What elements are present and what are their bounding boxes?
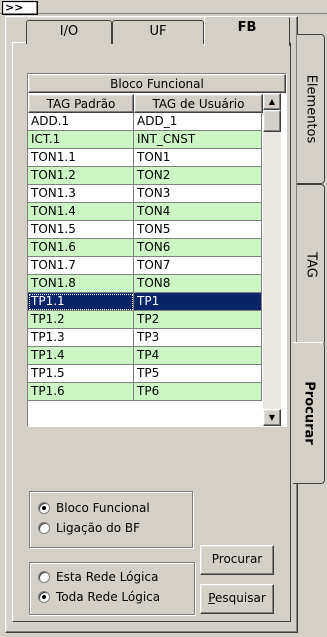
table-row[interactable]: ADD.1 ADD_1 xyxy=(28,113,263,131)
radio-indicator xyxy=(38,591,50,603)
column-header-tag-usuario[interactable]: TAG de Usuário xyxy=(134,94,263,113)
cell-tag-usuario[interactable]: TON3 xyxy=(134,185,262,203)
side-tab-tag[interactable]: TAG xyxy=(297,184,325,346)
table-row[interactable]: TP1.2 TP2 xyxy=(28,311,263,329)
table-row[interactable]: TON1.1 TON1 xyxy=(28,149,263,167)
side-tab-procurar[interactable]: Procurar xyxy=(293,342,325,484)
table-row[interactable]: TP1.4 TP4 xyxy=(28,347,263,365)
cell-tag-usuario[interactable]: TP4 xyxy=(134,347,262,365)
side-tab-elementos-label: Elementos xyxy=(303,74,318,144)
table-row[interactable]: TON1.4 TON4 xyxy=(28,203,263,221)
radio-label: Esta Rede Lógica xyxy=(56,570,159,584)
table-row[interactable]: TON1.7 TON7 xyxy=(28,257,263,275)
cell-tag-padrao[interactable]: TON1.3 xyxy=(28,185,134,203)
table-row[interactable]: TON1.6 TON6 xyxy=(28,239,263,257)
cell-tag-usuario[interactable]: TP5 xyxy=(134,365,262,383)
cell-tag-padrao[interactable]: TON1.5 xyxy=(28,221,134,239)
cell-tag-usuario[interactable]: TP6 xyxy=(134,383,262,401)
table-row[interactable]: TON1.3 TON3 xyxy=(28,185,263,203)
search-type-group: Bloco Funcional Ligação do BF xyxy=(29,491,193,548)
cell-tag-usuario[interactable]: TON6 xyxy=(134,239,262,257)
cell-tag-usuario[interactable]: TON8 xyxy=(134,275,262,293)
cell-tag-usuario[interactable]: TON5 xyxy=(134,221,262,239)
table-row[interactable]: TON1.2 TON2 xyxy=(28,167,263,185)
scroll-down-button[interactable]: ▼ xyxy=(263,409,281,426)
function-block-table[interactable]: Bloco Funcional TAG Padrão TAG de Usuári… xyxy=(27,73,287,427)
cell-tag-usuario[interactable]: ADD_1 xyxy=(134,113,262,131)
pesquisar-label: esquisar xyxy=(215,591,266,605)
side-tab-tag-label: TAG xyxy=(303,252,318,278)
radio-esta-rede-logica[interactable]: Esta Rede Lógica xyxy=(38,568,158,586)
expand-button[interactable]: >> xyxy=(2,1,38,15)
cell-tag-usuario[interactable]: TP3 xyxy=(134,329,262,347)
cell-tag-padrao[interactable]: TP1.2 xyxy=(28,311,134,329)
radio-indicator xyxy=(38,502,50,514)
radio-label: Toda Rede Lógica xyxy=(56,590,161,604)
cell-tag-padrao[interactable]: TON1.6 xyxy=(28,239,134,257)
pesquisar-accelerator: P xyxy=(208,591,216,605)
procurar-button[interactable]: Procurar xyxy=(200,545,274,575)
tab-uf[interactable]: UF xyxy=(112,20,204,44)
cell-tag-usuario[interactable]: TON4 xyxy=(134,203,262,221)
table-row[interactable]: TP1.6 TP6 xyxy=(28,383,263,401)
scope-group: Esta Rede Lógica Toda Rede Lógica xyxy=(29,562,195,615)
radio-ligacao-bf[interactable]: Ligação do BF xyxy=(38,519,140,537)
cell-tag-padrao[interactable]: ADD.1 xyxy=(28,113,134,131)
radio-label: Ligação do BF xyxy=(56,521,141,535)
side-tab-procurar-label: Procurar xyxy=(301,381,316,445)
cell-tag-padrao[interactable]: TON1.1 xyxy=(28,149,134,167)
cell-tag-usuario[interactable]: INT_CNST xyxy=(134,131,262,149)
radio-indicator xyxy=(38,522,50,534)
cell-tag-usuario[interactable]: TON7 xyxy=(134,257,262,275)
pesquisar-button[interactable]: Pesquisar xyxy=(200,584,274,614)
radio-bloco-funcional[interactable]: Bloco Funcional xyxy=(38,499,150,517)
cell-tag-usuario[interactable]: TON1 xyxy=(134,149,262,167)
cell-tag-usuario[interactable]: TP1 xyxy=(134,293,262,311)
table-caption: Bloco Funcional xyxy=(28,74,286,93)
cell-tag-padrao[interactable]: TP1.1 xyxy=(28,293,134,311)
table-body: ADD.1 ADD_1 ICT.1 INT_CNST TON1.1 TON1 TON1.2 T… xyxy=(28,113,263,426)
table-row[interactable]: TON1.8 TON8 xyxy=(28,275,263,293)
cell-tag-padrao[interactable]: TON1.8 xyxy=(28,275,134,293)
radio-label: Bloco Funcional xyxy=(56,501,150,515)
table-row[interactable]: ICT.1 INT_CNST xyxy=(28,131,263,149)
top-toolbar xyxy=(0,0,327,14)
side-tab-elementos[interactable]: Elementos xyxy=(297,34,325,184)
cell-tag-usuario[interactable]: TP2 xyxy=(134,311,262,329)
cell-tag-padrao[interactable]: TP1.5 xyxy=(28,365,134,383)
cell-tag-padrao[interactable]: TON1.7 xyxy=(28,257,134,275)
table-scrollbar[interactable]: ▲ ▼ xyxy=(263,93,281,426)
tab-io[interactable]: I/O xyxy=(26,20,112,44)
table-row[interactable]: TON1.5 TON5 xyxy=(28,221,263,239)
tab-fb[interactable]: FB xyxy=(204,16,290,46)
cell-tag-padrao[interactable]: TP1.6 xyxy=(28,383,134,401)
radio-indicator xyxy=(38,571,50,583)
table-row[interactable]: TP1.3 TP3 xyxy=(28,329,263,347)
cell-tag-padrao[interactable]: TP1.4 xyxy=(28,347,134,365)
cell-tag-padrao[interactable]: TON1.2 xyxy=(28,167,134,185)
table-row[interactable]: TP1.5 TP5 xyxy=(28,365,263,383)
cell-tag-usuario[interactable]: TON2 xyxy=(134,167,262,185)
table-row[interactable]: TP1.1 TP1 xyxy=(28,293,263,311)
cell-tag-padrao[interactable]: TP1.3 xyxy=(28,329,134,347)
radio-toda-rede-logica[interactable]: Toda Rede Lógica xyxy=(38,588,160,606)
scroll-thumb[interactable] xyxy=(263,110,281,132)
column-header-tag-padrao[interactable]: TAG Padrão xyxy=(28,94,134,113)
scroll-up-button[interactable]: ▲ xyxy=(263,93,281,110)
cell-tag-padrao[interactable]: TON1.4 xyxy=(28,203,134,221)
cell-tag-padrao[interactable]: ICT.1 xyxy=(28,131,134,149)
